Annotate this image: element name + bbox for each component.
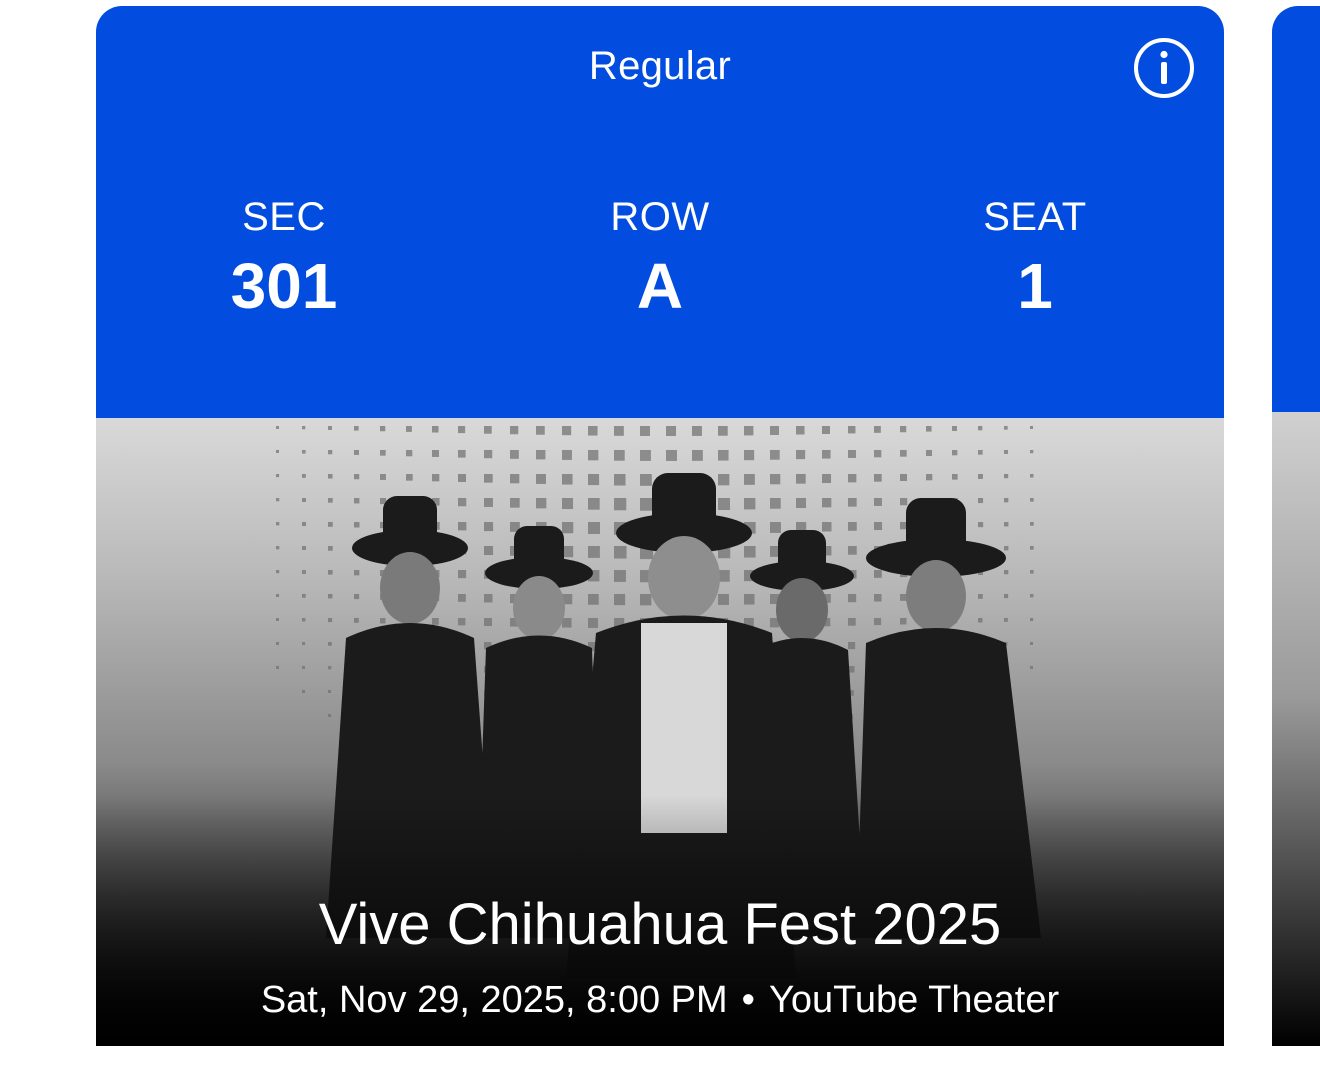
row-value: A (636, 250, 684, 322)
section-label: SEC (242, 195, 326, 239)
next-ticket-card-peek[interactable] (1272, 6, 1320, 1046)
next-ticket-image (1272, 412, 1320, 1046)
section-block: SEC 301 (134, 194, 434, 322)
ticket-wallet-page: Regular SEC 301 ROW A SEAT 1 Vive Chihua… (0, 0, 1320, 1090)
next-ticket-header (1272, 6, 1320, 412)
ticket-card[interactable]: Regular SEC 301 ROW A SEAT 1 Vive Chihua… (96, 6, 1224, 1090)
section-value: 301 (230, 250, 338, 322)
seat-info: SEC 301 ROW A SEAT 1 (96, 194, 1224, 324)
row-block: ROW A (510, 194, 810, 322)
event-image: Vive Chihuahua Fest 2025 Sat, Nov 29, 20… (96, 418, 1224, 1046)
separator-dot: • (741, 979, 755, 1021)
info-icon[interactable] (1133, 37, 1195, 99)
seat-label: SEAT (983, 195, 1087, 239)
seat-block: SEAT 1 (885, 194, 1185, 322)
event-title: Vive Chihuahua Fest 2025 (318, 892, 1002, 957)
seat-value: 1 (1017, 250, 1053, 322)
event-datetime: Sat, Nov 29, 2025, 8:00 PM (260, 979, 728, 1021)
ticket-type-label: Regular (588, 44, 732, 88)
ticket-header: Regular SEC 301 ROW A SEAT 1 (96, 6, 1224, 418)
event-details: Sat, Nov 29, 2025, 8:00 PM • YouTube Theat… (96, 978, 1224, 1022)
row-label: ROW (610, 195, 710, 239)
event-venue: YouTube Theater (768, 979, 1060, 1021)
